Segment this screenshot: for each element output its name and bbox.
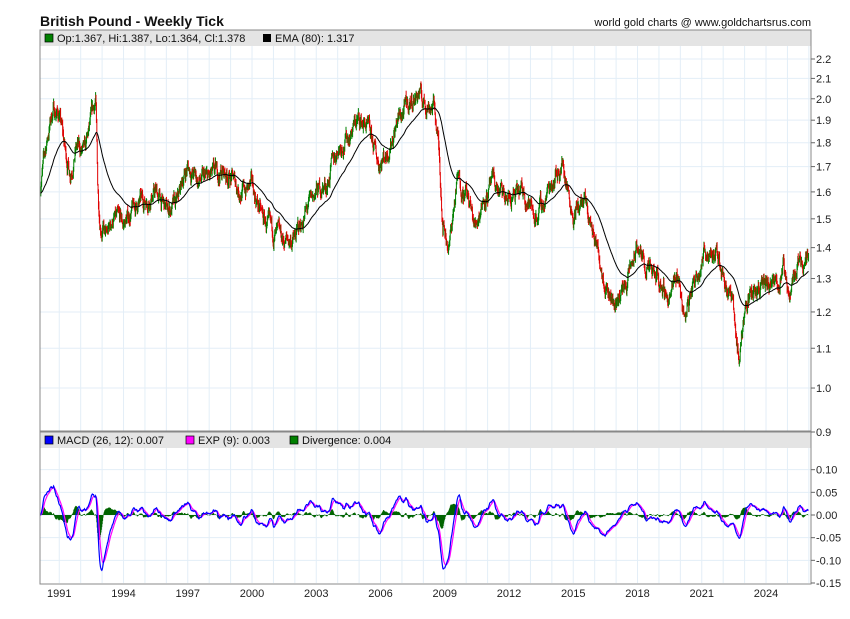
exp-legend: EXP (9): 0.003 xyxy=(198,435,270,447)
ema-line xyxy=(40,107,809,307)
chart-title: British Pound - Weekly Tick xyxy=(40,13,224,29)
x-tick-label: 2015 xyxy=(561,588,585,600)
price-panel-frame xyxy=(39,29,812,432)
y-tick-label: 1.8 xyxy=(816,138,831,150)
candles xyxy=(39,81,810,367)
x-tick-label: 2009 xyxy=(433,588,457,600)
ema-legend: EMA (80): 1.317 xyxy=(275,33,355,45)
ema-swatch xyxy=(263,34,271,42)
macd-tick-label: 0.00 xyxy=(816,510,837,522)
y-tick-label: 1.5 xyxy=(816,214,831,226)
macd-tick-label: 0.10 xyxy=(816,465,837,477)
y-tick-label: 2.1 xyxy=(816,73,831,85)
y-tick-label: 1.4 xyxy=(816,243,831,255)
y-tick-label: 1.6 xyxy=(816,187,831,199)
x-tick-label: 2006 xyxy=(368,588,392,600)
x-tick-label: 2012 xyxy=(497,588,521,600)
y-tick-label: 2.2 xyxy=(816,54,831,66)
y-tick-label: 1.7 xyxy=(816,162,831,174)
site-credit: world gold charts @ www.goldchartsrus.co… xyxy=(593,17,811,29)
macd-legend: MACD (26, 12): 0.007 xyxy=(57,435,164,447)
y-tick-label: 0.9 xyxy=(816,427,831,439)
x-tick-label: 2024 xyxy=(754,588,778,600)
y-tick-label: 1.9 xyxy=(816,115,831,127)
x-tick-label: 1991 xyxy=(47,588,71,600)
macd-swatch xyxy=(44,435,54,445)
x-tick-label: 2018 xyxy=(625,588,649,600)
macd-tick-label: 0.05 xyxy=(816,487,837,499)
y-tick-label: 1.1 xyxy=(816,343,831,355)
x-tick-label: 1997 xyxy=(176,588,200,600)
x-tick-label: 2000 xyxy=(240,588,264,600)
grid xyxy=(40,46,811,583)
chart: British Pound - Weekly Tick world gold c… xyxy=(39,13,841,600)
exp-line xyxy=(40,486,809,566)
macd-line xyxy=(39,484,809,572)
divergence-swatch xyxy=(289,435,299,445)
y-tick-label: 1.2 xyxy=(816,307,831,319)
macd-tick-label: -0.05 xyxy=(816,533,841,545)
x-tick-label: 1994 xyxy=(111,588,135,600)
y-tick-label: 1.3 xyxy=(816,274,831,286)
divergence-legend: Divergence: 0.004 xyxy=(302,435,391,447)
ohlc-swatch xyxy=(44,33,54,43)
y-tick-label: 2.0 xyxy=(816,94,831,106)
macd-tick-label: -0.10 xyxy=(816,555,841,567)
y-tick-label: 1.0 xyxy=(816,383,831,395)
exp-swatch xyxy=(185,435,195,445)
ohlc-legend: Op:1.367, Hi:1.387, Lo:1.364, Cl:1.378 xyxy=(57,33,245,45)
x-tick-label: 2021 xyxy=(690,588,714,600)
macd-tick-label: -0.15 xyxy=(816,578,841,590)
x-tick-label: 2003 xyxy=(304,588,328,600)
